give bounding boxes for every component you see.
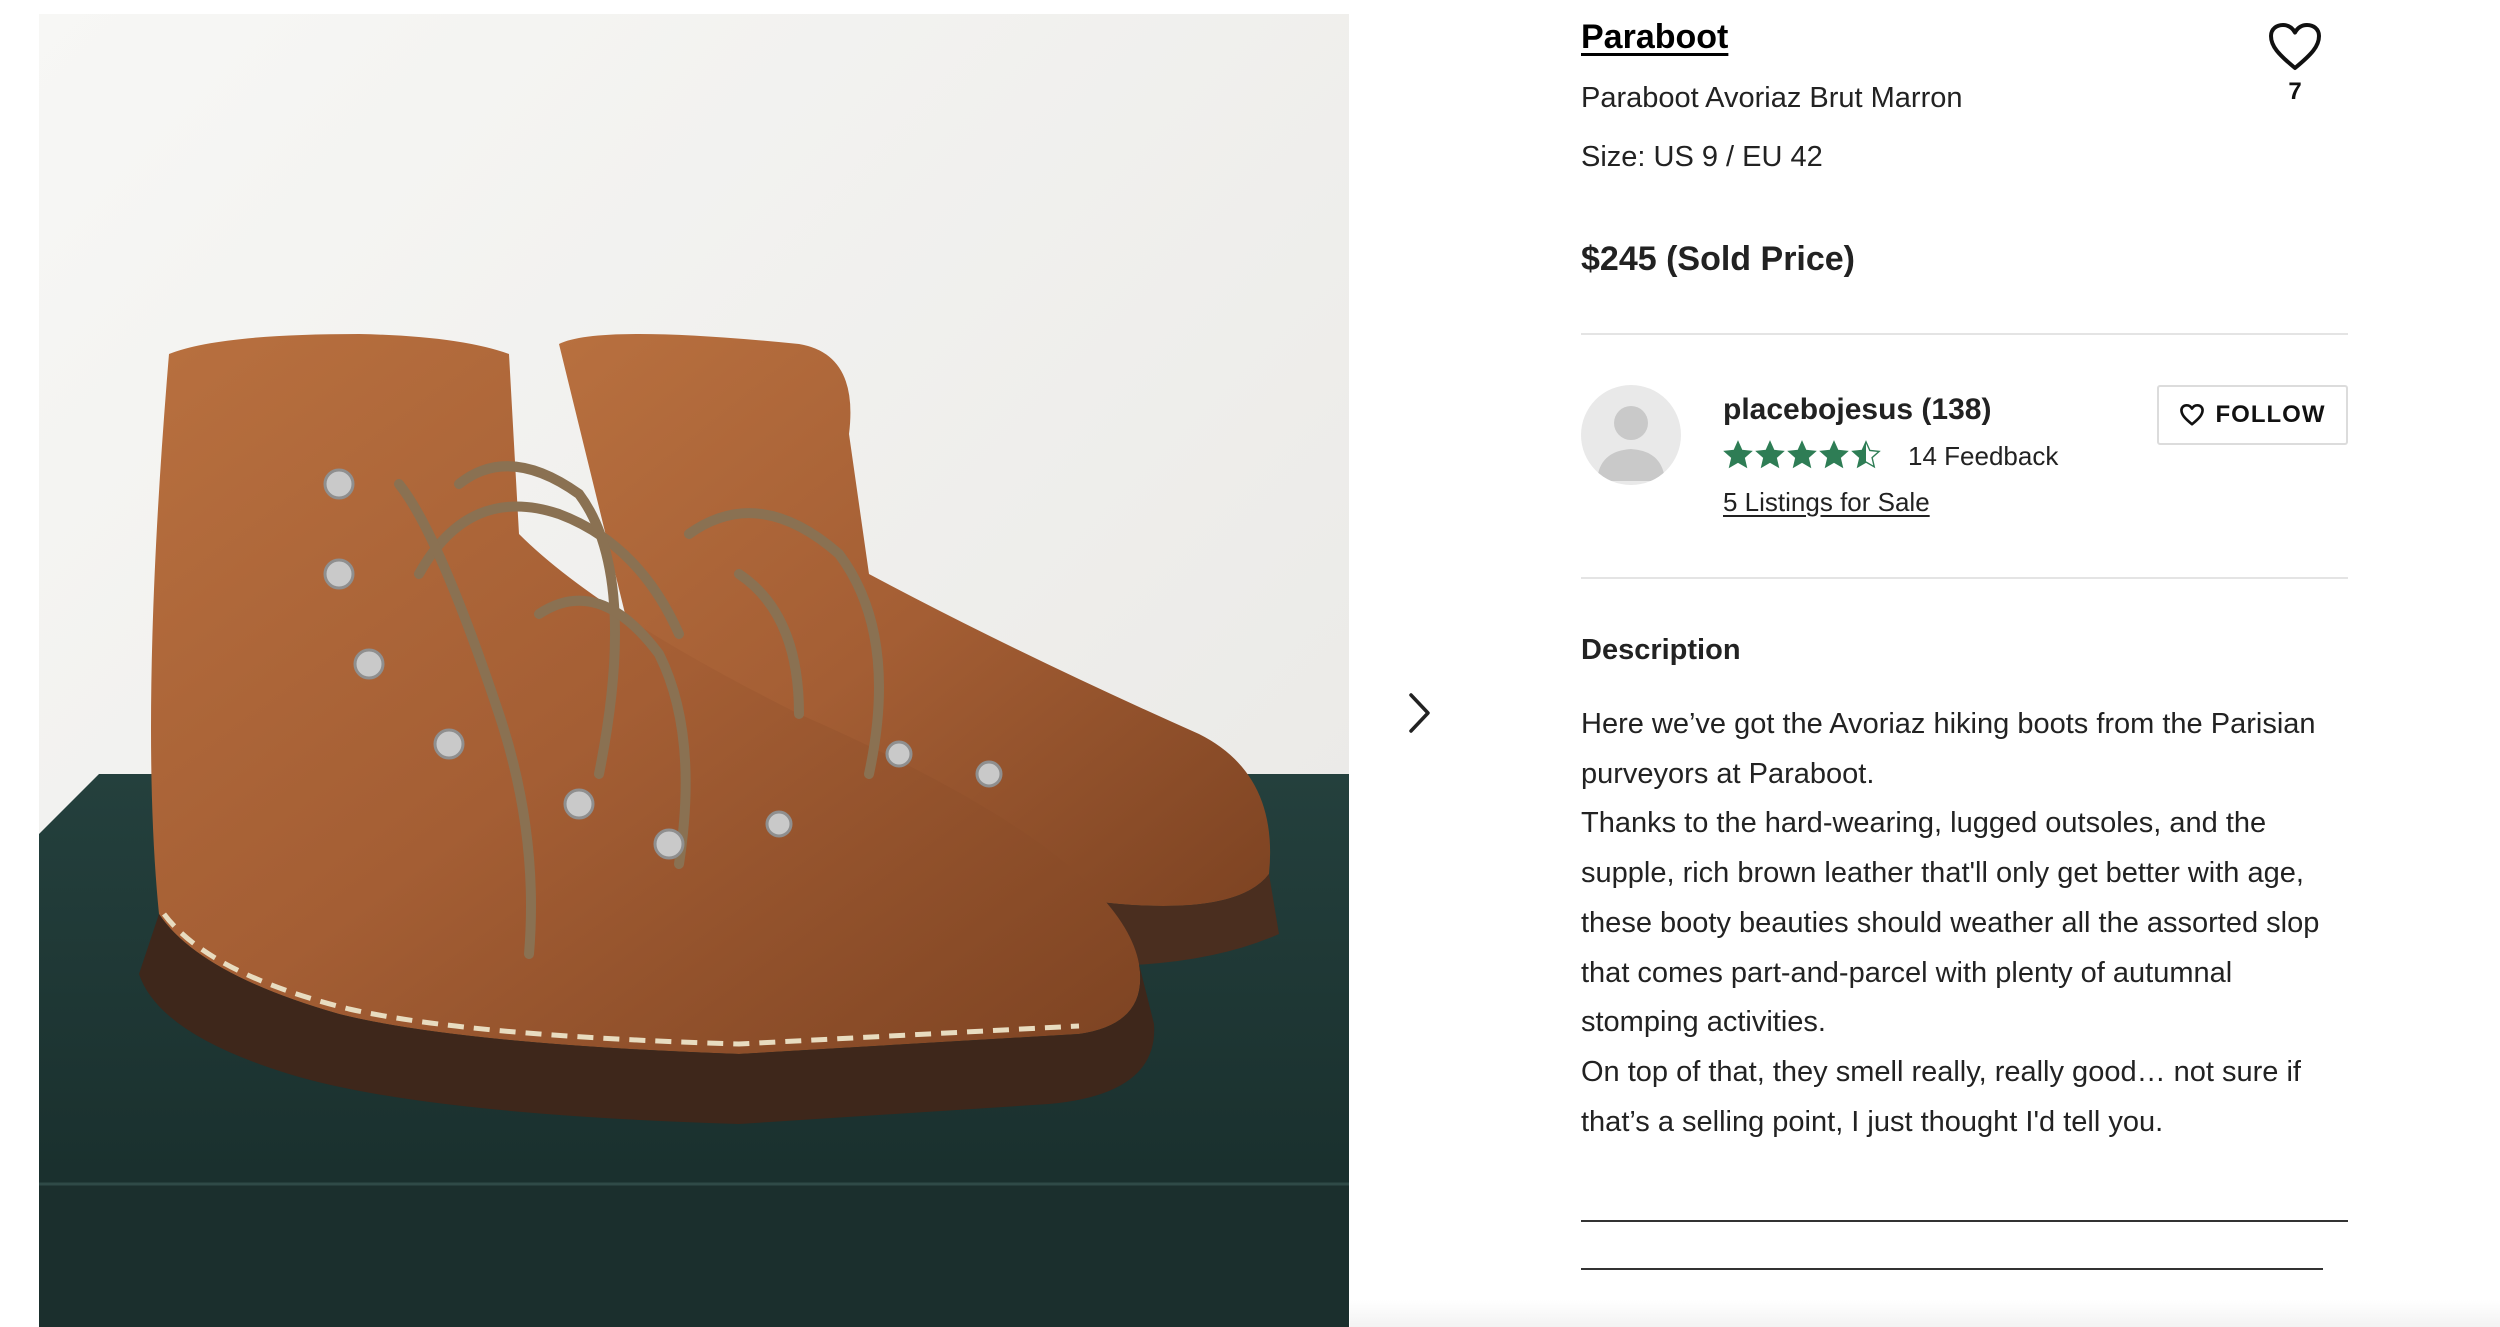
seller-rating-stars (1723, 440, 1881, 472)
page-bottom-shadow (1350, 1300, 2500, 1327)
separator-line (1581, 1220, 2348, 1222)
separator-line (1581, 1268, 2323, 1270)
star-icon (1723, 440, 1753, 469)
star-icon (1755, 440, 1785, 469)
follow-button[interactable]: FOLLOW (2157, 385, 2348, 445)
favorite-button[interactable]: 7 (2265, 22, 2325, 106)
listing-size: Size: US 9 / EU 42 (1581, 141, 1823, 173)
heart-outline-icon (2269, 23, 2321, 70)
user-placeholder-icon (1597, 406, 1665, 481)
heart-small-icon (2179, 404, 2204, 426)
listing-price: $245 (Sold Price) (1581, 240, 1856, 278)
chevron-right-icon (1409, 693, 1430, 733)
description-heading: Description (1581, 634, 1741, 666)
star-icon (1851, 440, 1881, 469)
description-paragraph: Thanks to the hard-wearing, lugged outso… (1581, 807, 2320, 1039)
description-body: Here we’ve got the Avoriaz hiking boots … (1581, 700, 2341, 1147)
next-image-button[interactable] (1392, 682, 1448, 744)
divider (1581, 577, 2348, 579)
boots-photo-illustration (39, 14, 1349, 1327)
description-paragraph: On top of that, they smell really, reall… (1581, 1055, 2301, 1138)
favorite-count: 7 (2288, 78, 2302, 105)
listing-title: Paraboot Avoriaz Brut Marron (1581, 82, 1963, 114)
avatar[interactable] (1581, 385, 1681, 485)
seller-listings-link[interactable]: 5 Listings for Sale (1723, 487, 1930, 518)
star-icon (1787, 440, 1817, 469)
divider (1581, 333, 2348, 335)
designer-link[interactable]: Paraboot (1581, 18, 1728, 57)
seller-name-link[interactable]: placebojesus (138) (1723, 393, 1991, 427)
product-photo[interactable] (39, 14, 1349, 1327)
star-icon (1819, 440, 1849, 469)
follow-label: FOLLOW (2215, 401, 2326, 428)
description-paragraph: Here we’ve got the Avoriaz hiking boots … (1581, 708, 2316, 790)
feedback-count[interactable]: 14 Feedback (1908, 441, 2058, 472)
